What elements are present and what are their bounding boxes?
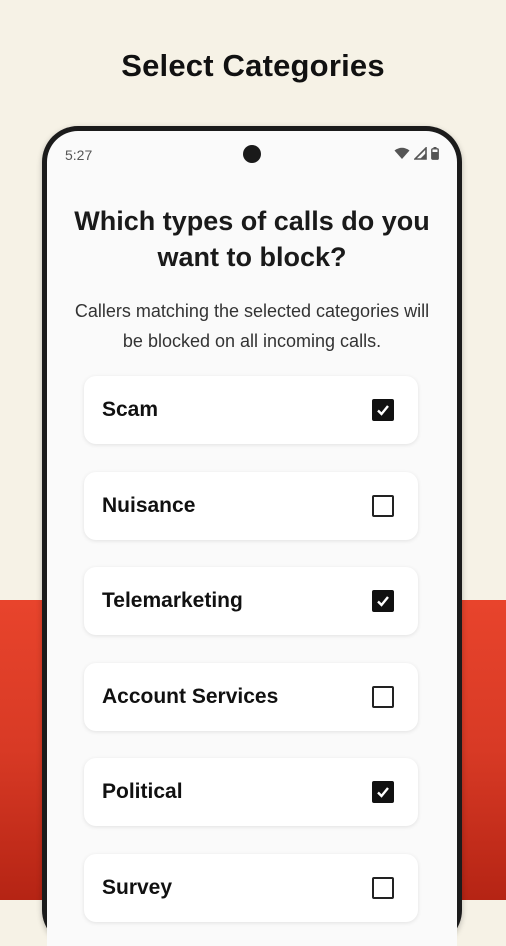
category-checkbox[interactable] bbox=[372, 590, 394, 612]
category-label: Survey bbox=[102, 876, 173, 899]
category-label: Account Services bbox=[102, 685, 279, 708]
category-checkbox[interactable] bbox=[372, 877, 394, 899]
page-subtitle: Callers matching the selected categories… bbox=[74, 301, 430, 351]
category-checkbox[interactable] bbox=[372, 781, 394, 803]
category-checkbox[interactable] bbox=[372, 399, 394, 421]
category-card-political[interactable]: Political bbox=[84, 758, 418, 826]
wifi-icon bbox=[394, 147, 410, 160]
category-label: Scam bbox=[102, 398, 159, 421]
category-card-survey[interactable]: Survey bbox=[84, 854, 418, 922]
promo-title: Select Categories bbox=[121, 48, 385, 83]
category-card-nuisance[interactable]: Nuisance bbox=[84, 472, 418, 540]
page-title: Which types of calls do you want to bloc… bbox=[74, 206, 430, 272]
status-time: 5:27 bbox=[65, 147, 93, 163]
category-label: Nuisance bbox=[102, 494, 196, 517]
signal-icon bbox=[414, 147, 427, 160]
checkmark-icon bbox=[377, 787, 389, 798]
front-camera-icon bbox=[243, 145, 261, 163]
category-label: Telemarketing bbox=[102, 589, 243, 612]
category-label: Political bbox=[102, 780, 183, 803]
battery-icon bbox=[431, 147, 439, 160]
phone-screen: 5:27 Which types of calls do you want to… bbox=[47, 131, 457, 946]
checkmark-icon bbox=[377, 596, 389, 607]
status-icons bbox=[394, 147, 439, 160]
category-checkbox[interactable] bbox=[372, 686, 394, 708]
category-card-scam[interactable]: Scam bbox=[84, 376, 418, 444]
category-card-account-services[interactable]: Account Services bbox=[84, 663, 418, 731]
category-checkbox[interactable] bbox=[372, 495, 394, 517]
checkmark-icon bbox=[377, 405, 389, 416]
category-card-telemarketing[interactable]: Telemarketing bbox=[84, 567, 418, 635]
phone-frame: 5:27 Which types of calls do you want to… bbox=[42, 126, 462, 946]
